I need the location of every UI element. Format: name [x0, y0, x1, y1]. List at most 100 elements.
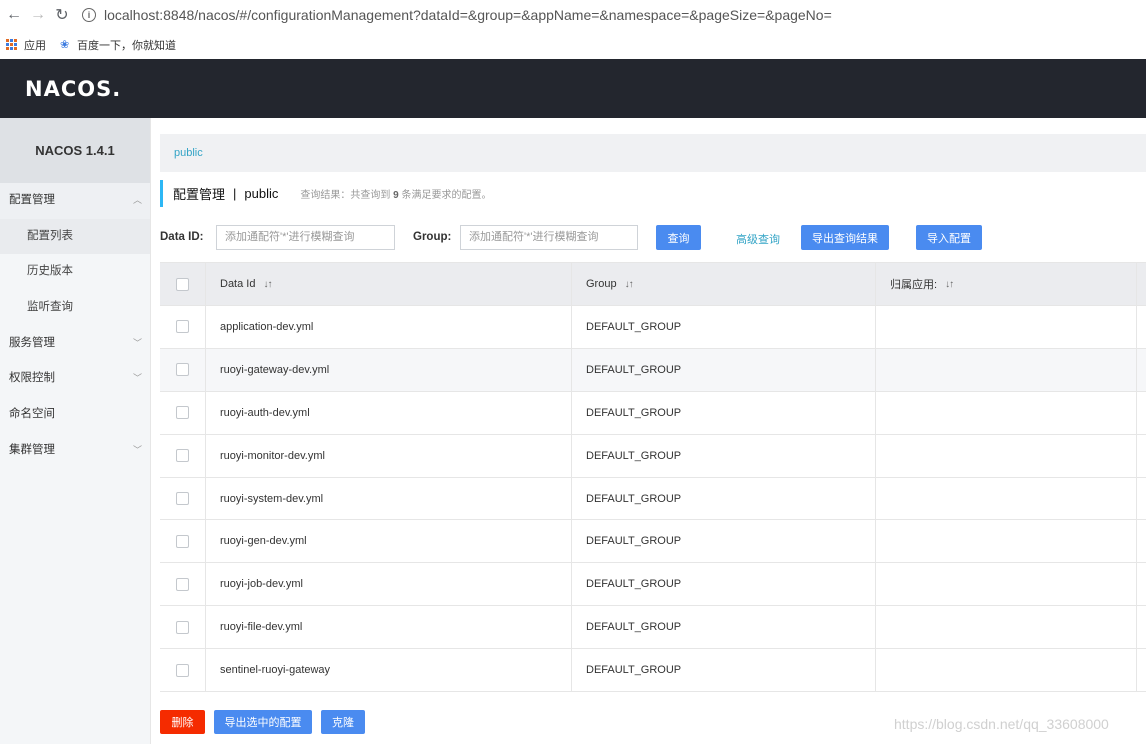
cell-app [876, 649, 1137, 692]
row-checkbox[interactable] [176, 363, 189, 377]
row-checkbox[interactable] [176, 577, 189, 591]
chevron-down-icon: ﹀ [132, 337, 142, 348]
table-row: ruoyi-auth-dev.yml DEFAULT_GROUP [160, 391, 1146, 435]
row-checkbox[interactable] [176, 320, 189, 334]
table-row: ruoyi-system-dev.yml DEFAULT_GROUP [160, 477, 1146, 521]
bookmark-baidu[interactable]: ❀ 百度一下，你就知道 [60, 37, 176, 53]
reload-icon[interactable]: ↻ [50, 3, 74, 27]
info-icon[interactable]: i [82, 8, 96, 22]
sort-icon[interactable]: ↓↑ [625, 279, 634, 290]
chevron-down-icon: ﹀ [132, 444, 142, 455]
cell-dataid: ruoyi-gateway-dev.yml [206, 348, 572, 391]
sidebar-group-config[interactable]: 配置管理 ︿ [0, 183, 150, 219]
baidu-paw-icon: ❀ [60, 38, 70, 51]
row-checkbox[interactable] [176, 620, 189, 634]
address-bar[interactable]: i localhost:8848/nacos/#/configurationMa… [82, 3, 832, 27]
sidebar-item-config-list[interactable]: 配置列表 [0, 218, 150, 255]
cell-app [876, 563, 1137, 606]
cell-dataid: ruoyi-auth-dev.yml [206, 391, 572, 434]
sidebar-group-service[interactable]: 服务管理 ﹀ [0, 326, 150, 362]
namespace-link-public[interactable]: public [174, 147, 203, 159]
chevron-up-icon: ︿ [132, 195, 142, 205]
cell-dataid: sentinel-ruoyi-gateway [206, 649, 572, 692]
cell-group: DEFAULT_GROUP [572, 434, 876, 477]
cell-dataid: application-dev.yml [206, 306, 572, 348]
cell-group: DEFAULT_GROUP [572, 563, 876, 606]
import-config-button[interactable]: 导入配置 [916, 225, 982, 250]
export-selected-button[interactable]: 导出选中的配置 [214, 710, 312, 734]
cell-dataid: ruoyi-file-dev.yml [206, 606, 572, 649]
table-body: application-dev.yml DEFAULT_GROUP ruoyi-ga… [160, 306, 1146, 693]
sort-icon[interactable]: ↓↑ [263, 279, 272, 290]
cell-app [876, 391, 1137, 434]
url-text: localhost:8848/nacos/#/configurationMana… [104, 7, 832, 23]
group-input[interactable]: 添加通配符'*'进行模糊查询 [460, 225, 638, 250]
namespace-bar: public [160, 134, 1146, 172]
advanced-query-link[interactable]: 高级查询 [736, 231, 780, 247]
version-label: NACOS 1.4.1 [0, 118, 150, 183]
browser-toolbar: ← → ↻ i localhost:8848/nacos/#/configura… [0, 0, 1146, 30]
query-button[interactable]: 查询 [656, 225, 701, 250]
dataid-input[interactable]: 添加通配符'*'进行模糊查询 [216, 225, 395, 250]
row-checkbox[interactable] [176, 406, 189, 420]
cell-group: DEFAULT_GROUP [572, 649, 876, 692]
sidebar-group-auth[interactable]: 权限控制 ﹀ [0, 361, 150, 397]
cell-group: DEFAULT_GROUP [572, 606, 876, 649]
select-all-checkbox[interactable] [176, 277, 189, 291]
table-row: ruoyi-gen-dev.yml DEFAULT_GROUP [160, 520, 1146, 564]
group-label: Group: [413, 231, 452, 243]
sidebar-group-cluster[interactable]: 集群管理 ﹀ [0, 433, 150, 469]
cell-app [876, 477, 1137, 520]
row-checkbox[interactable] [176, 449, 189, 463]
cell-dataid: ruoyi-monitor-dev.yml [206, 434, 572, 477]
sidebar-item-namespace[interactable]: 命名空间 [0, 397, 150, 433]
watermark: https://blog.csdn.net/qq_33608000 [894, 716, 1109, 732]
delete-button[interactable]: 删除 [160, 710, 205, 734]
cell-group: DEFAULT_GROUP [572, 520, 876, 563]
table-row: ruoyi-job-dev.yml DEFAULT_GROUP [160, 563, 1146, 607]
cell-app [876, 306, 1137, 348]
forward-arrow-icon[interactable]: → [26, 3, 50, 27]
dataid-label: Data ID: [160, 231, 204, 243]
filter-row: Data ID: 添加通配符'*'进行模糊查询 Group: 添加通配符'*'进… [160, 225, 1146, 251]
apps-grid-icon [6, 38, 18, 51]
cell-group: DEFAULT_GROUP [572, 348, 876, 391]
sidebar-item-history[interactable]: 历史版本 [0, 254, 150, 290]
table-row: sentinel-ruoyi-gateway DEFAULT_GROUP [160, 649, 1146, 693]
column-group[interactable]: Group ↓↑ [572, 263, 876, 305]
cell-dataid: ruoyi-system-dev.yml [206, 477, 572, 520]
table-row: ruoyi-file-dev.yml DEFAULT_GROUP [160, 606, 1146, 650]
cell-dataid: ruoyi-gen-dev.yml [206, 520, 572, 563]
query-result-hint: 查询结果：共查询到 9 条满足要求的配置。 [300, 190, 492, 201]
clone-button[interactable]: 克隆 [321, 710, 365, 734]
sidebar: NACOS 1.4.1 配置管理 ︿ 配置列表 历史版本 监听查询 服务管理 ﹀… [0, 118, 151, 744]
bookmarks-bar: 应用 ❀ 百度一下，你就知道 [0, 30, 1146, 59]
cell-dataid: ruoyi-job-dev.yml [206, 563, 572, 606]
table-row: ruoyi-gateway-dev.yml DEFAULT_GROUP [160, 348, 1146, 392]
cell-app [876, 520, 1137, 563]
cell-group: DEFAULT_GROUP [572, 477, 876, 520]
column-dataid[interactable]: Data Id ↓↑ [206, 263, 572, 305]
config-table: Data Id ↓↑ Group ↓↑ 归属应用: ↓↑ application-de… [160, 262, 1146, 693]
cell-app [876, 348, 1137, 391]
export-results-button[interactable]: 导出查询结果 [801, 225, 889, 250]
cell-app [876, 434, 1137, 477]
app-header: NACOS. [0, 59, 1146, 118]
cell-group: DEFAULT_GROUP [572, 391, 876, 434]
cell-group: DEFAULT_GROUP [572, 306, 876, 348]
table-row: application-dev.yml DEFAULT_GROUP [160, 306, 1146, 349]
row-checkbox[interactable] [176, 534, 189, 548]
sort-icon[interactable]: ↓↑ [945, 279, 954, 290]
table-row: ruoyi-monitor-dev.yml DEFAULT_GROUP [160, 434, 1146, 478]
page-title: 配置管理 | public 查询结果：共查询到 9 条满足要求的配置。 [160, 180, 492, 207]
nacos-logo[interactable]: NACOS. [25, 77, 121, 101]
row-checkbox[interactable] [176, 492, 189, 505]
column-app[interactable]: 归属应用: ↓↑ [876, 263, 1137, 305]
table-header: Data Id ↓↑ Group ↓↑ 归属应用: ↓↑ [160, 263, 1146, 306]
row-checkbox[interactable] [176, 663, 189, 677]
cell-app [876, 606, 1137, 649]
chevron-down-icon: ﹀ [132, 373, 142, 384]
sidebar-item-listener[interactable]: 监听查询 [0, 290, 150, 326]
bookmark-apps[interactable]: 应用 [6, 37, 46, 53]
back-arrow-icon[interactable]: ← [2, 3, 26, 27]
